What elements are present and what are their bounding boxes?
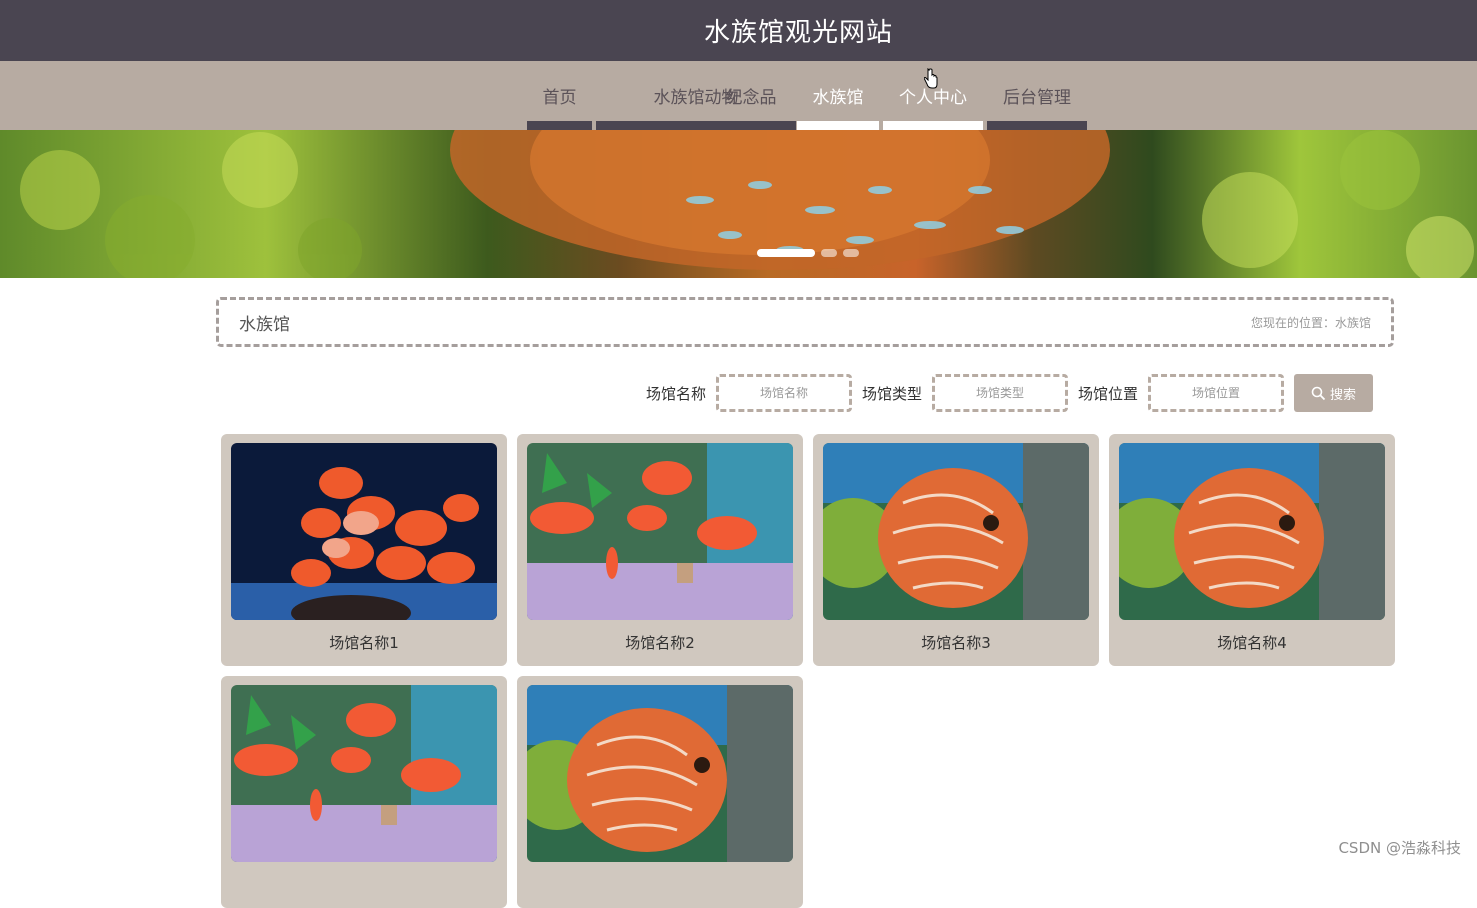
- search-icon: [1311, 386, 1326, 400]
- venue-image: [527, 443, 793, 620]
- current-location: 您现在的位置：水族馆: [1250, 315, 1371, 330]
- search-button-label: 搜索: [1330, 387, 1357, 403]
- search-bar: 场馆名称 场馆类型 场馆位置 搜索: [646, 373, 1374, 413]
- nav-item-souvenirs[interactable]: 纪念品: [706, 61, 796, 130]
- carousel-dot[interactable]: [843, 249, 859, 257]
- nav-item-home[interactable]: 首页: [527, 61, 592, 130]
- banner-image: [20, 130, 1474, 278]
- nav-item-label: 后台管理: [1003, 88, 1071, 108]
- mouse-cursor-icon: [924, 68, 938, 89]
- breadcrumb: 水族馆 您现在的位置：水族馆: [216, 297, 1394, 347]
- carousel-dot[interactable]: [821, 249, 837, 257]
- venue-name: 场馆名称3: [921, 634, 991, 652]
- venue-image: [231, 685, 497, 862]
- carousel-dot[interactable]: [757, 249, 815, 257]
- venue-image: [823, 443, 1089, 620]
- search-button[interactable]: 搜索: [1294, 374, 1374, 412]
- venue-card[interactable]: 场馆名称4: [1109, 434, 1395, 666]
- watermark: CSDN @浩淼科技: [1338, 839, 1461, 857]
- venue-card[interactable]: [221, 676, 507, 908]
- nav-item-aquarium[interactable]: 水族馆: [797, 61, 879, 130]
- site-header: 水族馆观光网站: [0, 0, 1477, 61]
- site-title: 水族馆观光网站: [703, 18, 893, 48]
- main-nav: 首页 水族馆动物 纪念品 水族馆 个人中心 后台管理: [0, 61, 1477, 130]
- venue-type-label: 场馆类型: [862, 384, 923, 403]
- venue-image: [1119, 443, 1385, 620]
- nav-item-label: 首页: [542, 88, 577, 108]
- venue-image: [231, 443, 497, 620]
- venue-name: 场馆名称1: [329, 634, 399, 652]
- venue-card[interactable]: 场馆名称1: [221, 434, 507, 666]
- venue-image: [527, 685, 793, 862]
- venue-position-label: 场馆位置: [1078, 384, 1139, 403]
- venue-name: 场馆名称2: [625, 634, 695, 652]
- venue-position-input[interactable]: [1148, 374, 1285, 412]
- venue-name-input[interactable]: [716, 374, 853, 412]
- venue-name-label: 场馆名称: [646, 384, 707, 403]
- venue-card[interactable]: 场馆名称2: [517, 434, 803, 666]
- carousel-indicators: [757, 249, 859, 257]
- nav-item-label: 水族馆: [812, 88, 864, 108]
- nav-item-label: 纪念品: [725, 88, 777, 108]
- hero-banner[interactable]: [0, 130, 1477, 278]
- venue-card[interactable]: [517, 676, 803, 908]
- venue-card[interactable]: 场馆名称3: [813, 434, 1099, 666]
- nav-item-admin[interactable]: 后台管理: [987, 61, 1087, 130]
- venue-name: 场馆名称4: [1217, 634, 1287, 652]
- section-title: 水族馆: [239, 314, 290, 335]
- venue-type-input[interactable]: [932, 374, 1069, 412]
